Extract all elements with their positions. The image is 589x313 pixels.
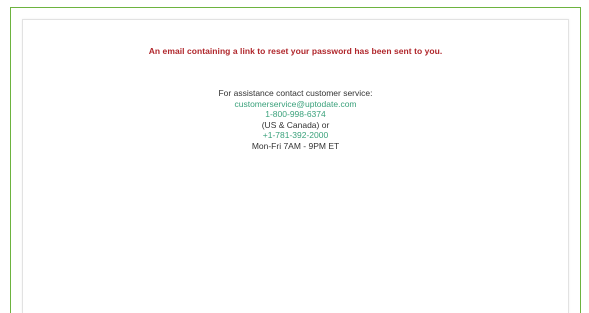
support-phone-us-link[interactable]: 1-800-998-6374 bbox=[265, 109, 326, 119]
region-note: (US & Canada) or bbox=[261, 119, 330, 130]
support-phone-intl-link[interactable]: +1-781-392-2000 bbox=[263, 130, 328, 140]
support-hours: Mon-Fri 7AM - 9PM ET bbox=[251, 140, 340, 151]
password-reset-confirmation: An email containing a link to reset your… bbox=[148, 46, 443, 56]
content-panel: An email containing a link to reset your… bbox=[22, 19, 569, 313]
assistance-heading: For assistance contact customer service: bbox=[218, 88, 373, 98]
customer-service-info: For assistance contact customer service:… bbox=[23, 88, 568, 152]
page-frame: An email containing a link to reset your… bbox=[10, 7, 581, 313]
support-email-link[interactable]: customerservice@uptodate.com bbox=[234, 99, 356, 109]
